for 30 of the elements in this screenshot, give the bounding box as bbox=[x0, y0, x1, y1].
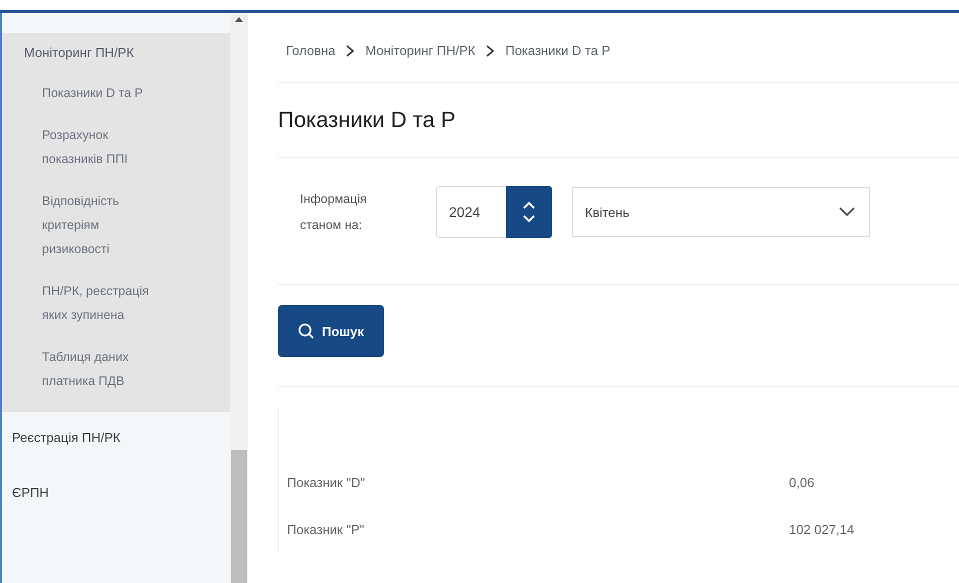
year-field[interactable]: 2024 bbox=[436, 186, 506, 238]
indicator-value: 102 027,14 bbox=[789, 522, 854, 537]
breadcrumb-link[interactable]: Моніторинг ПН/РК bbox=[365, 43, 476, 58]
scroll-up-icon[interactable] bbox=[235, 17, 243, 22]
spinner-button[interactable] bbox=[506, 186, 552, 238]
sidebar-subitem[interactable]: Розрахунок показників ППІ bbox=[2, 114, 174, 180]
scrollbar[interactable] bbox=[230, 13, 248, 583]
search-button[interactable]: Пошук bbox=[278, 305, 384, 357]
month-dropdown[interactable]: Квітень bbox=[572, 187, 870, 237]
sidebar-item[interactable]: ЄРПН bbox=[2, 467, 230, 512]
indicator-name: Показник "D" bbox=[287, 475, 366, 490]
chevron-icon bbox=[345, 44, 356, 56]
chevron-down-icon bbox=[523, 215, 535, 223]
sidebar-item[interactable]: Реєстрація ПН/РК bbox=[2, 412, 230, 457]
chevron-icon bbox=[485, 44, 496, 56]
sidebar-subitem[interactable]: Таблиця даних платника ПДВ bbox=[2, 336, 174, 402]
page-title: Показники D та P bbox=[278, 83, 959, 158]
chevron-down-icon bbox=[839, 207, 855, 217]
breadcrumb-link[interactable]: Головна bbox=[286, 43, 336, 58]
sidebar-item[interactable]: Моніторинг ПН/РК bbox=[2, 33, 230, 72]
indicator-value: 0,06 bbox=[789, 475, 814, 490]
sidebar-subitem[interactable]: Показники D та P bbox=[2, 72, 174, 114]
indicator-name: Показник "P" bbox=[287, 522, 366, 537]
scrollbar-thumb[interactable] bbox=[231, 450, 247, 583]
sidebar-subitem[interactable]: ПН/РК, реєстрація яких зупинена bbox=[2, 270, 174, 336]
breadcrumb-link[interactable]: Показники D та P bbox=[505, 43, 610, 58]
sidebar-subitem[interactable]: Відповідність критеріям ризиковості bbox=[2, 180, 174, 270]
chevron-up-icon bbox=[523, 201, 535, 209]
search-icon bbox=[298, 323, 314, 339]
filter-label: Інформація станом на: bbox=[300, 191, 368, 234]
